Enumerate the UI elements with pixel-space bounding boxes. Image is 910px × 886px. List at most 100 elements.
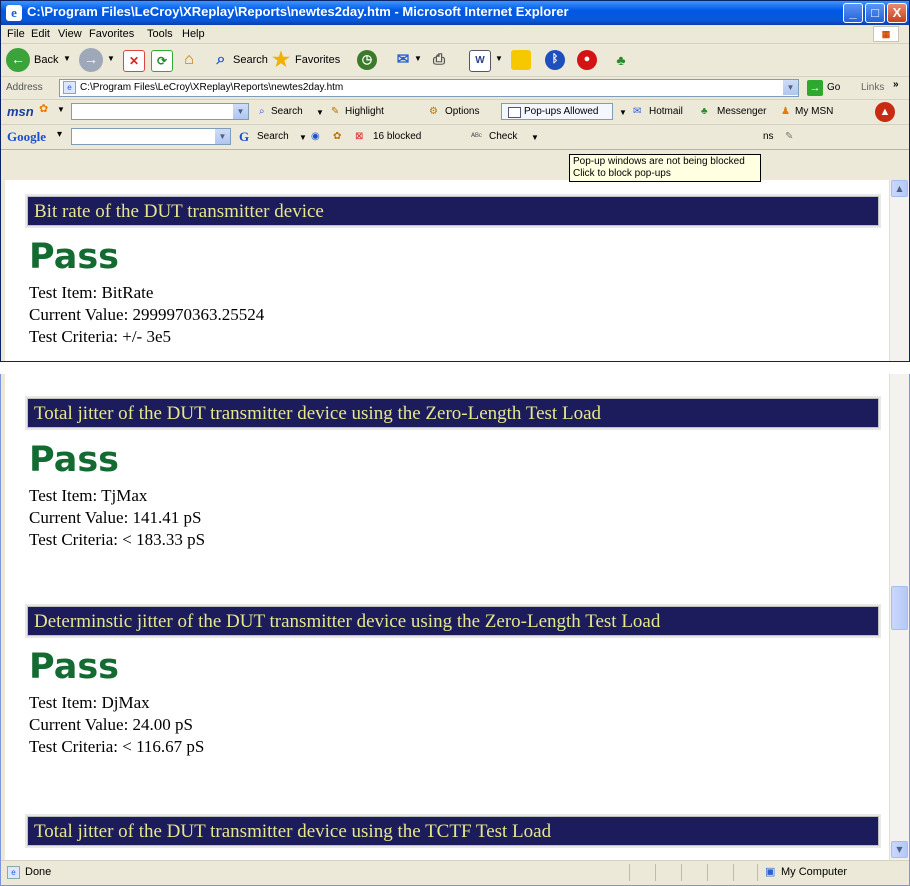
msn-search-dropdown-icon[interactable]: ▼: [233, 104, 248, 119]
msn-butterfly-icon: ✿: [39, 103, 49, 115]
google-search-button[interactable]: Search: [257, 131, 289, 142]
ie-icon: e: [6, 5, 22, 21]
mymsn-button[interactable]: My MSN: [795, 106, 833, 117]
forward-arrow-icon[interactable]: →: [79, 48, 103, 72]
current-value-dj-zero: Current Value: 24.00 pS: [29, 715, 194, 734]
msn-people-icon[interactable]: ♣: [611, 50, 631, 70]
google-search-dropdown-icon[interactable]: ▼: [215, 129, 230, 144]
go-button-label[interactable]: Go: [827, 82, 840, 93]
acrobat-icon[interactable]: ▲: [875, 102, 895, 122]
refresh-icon[interactable]: ⟳: [151, 50, 173, 72]
mymsn-icon: ♟: [781, 106, 790, 117]
result-pass-tj-zero: Pass: [29, 440, 119, 480]
standard-toolbar: ← Back ▼ → ▼ ✕ ⟳ ⌂ ⌕ Search ★ Favorites …: [1, 44, 909, 77]
check-dropdown-icon[interactable]: ▼: [531, 133, 539, 142]
page-done-icon: e: [7, 866, 20, 879]
google-g-icon: G: [239, 129, 250, 144]
maximize-button[interactable]: □: [865, 3, 885, 23]
messenger-button[interactable]: Messenger: [717, 106, 766, 117]
menu-file[interactable]: File: [7, 28, 25, 40]
google-search-input[interactable]: ▼: [71, 128, 231, 145]
links-label[interactable]: Links: [861, 82, 884, 93]
vertical-scrollbar-bottom[interactable]: ▼: [889, 374, 909, 860]
page-content-bottom: Total jitter of the DUT transmitter devi…: [5, 374, 889, 860]
popups-dropdown-icon[interactable]: ▼: [619, 108, 627, 117]
history-icon[interactable]: ◷: [357, 50, 377, 70]
edit-dropdown-icon[interactable]: ▼: [495, 54, 503, 63]
msn-search-button[interactable]: Search: [271, 106, 303, 117]
pagerank-icon[interactable]: ✿: [333, 131, 341, 142]
popup-window-icon: [508, 107, 521, 118]
section-header-tj-tctf: Total jitter of the DUT transmitter devi…: [27, 816, 879, 846]
scroll-up-icon[interactable]: ▲: [891, 180, 908, 197]
options-button[interactable]: Options: [445, 106, 479, 117]
browser-window-top: e C:\Program Files\LeCroy\XReplay\Report…: [0, 0, 910, 362]
section-header-tj-zero: Total jitter of the DUT transmitter devi…: [27, 398, 879, 428]
menu-help[interactable]: Help: [182, 28, 205, 40]
msn-search-input[interactable]: ▼: [71, 103, 249, 120]
google-toolbar: Google ▾ ▼ G Search ▼ ◉ ✿ ⊠ 16 blocked ᴬ…: [1, 125, 909, 150]
title-bar[interactable]: e C:\Program Files\LeCroy\XReplay\Report…: [1, 1, 909, 25]
msn-search-icon: ⌕: [259, 106, 265, 117]
back-arrow-icon[interactable]: ←: [6, 48, 30, 72]
tooltip-line-1: Pop-up windows are not being blocked: [573, 156, 745, 167]
mail-dropdown-icon[interactable]: ▼: [414, 54, 422, 63]
popups-allowed-button[interactable]: Pop-ups Allowed: [501, 103, 613, 120]
bluetooth-icon[interactable]: ᛒ: [545, 50, 565, 70]
back-dropdown-icon[interactable]: ▼: [63, 54, 71, 63]
forward-dropdown-icon[interactable]: ▼: [107, 54, 115, 63]
section-header-dj-zero: Determinstic jitter of the DUT transmitt…: [27, 606, 879, 636]
test-item-bitrate: Test Item: BitRate: [29, 283, 154, 302]
pencil-icon[interactable]: ✎: [785, 131, 793, 142]
scroll-thumb[interactable]: [891, 586, 908, 630]
menu-edit[interactable]: Edit: [31, 28, 50, 40]
test-item-tj-zero: Test Item: TjMax: [29, 486, 148, 505]
favorites-button-label[interactable]: Favorites: [295, 54, 340, 66]
back-button-label[interactable]: Back: [34, 54, 58, 66]
highlight-icon: ✎: [331, 106, 340, 117]
google-search-dropdown[interactable]: ▼: [299, 133, 307, 142]
vertical-scrollbar-top[interactable]: ▲: [889, 180, 909, 361]
menu-tools[interactable]: Tools: [147, 28, 173, 40]
section-header-bitrate: Bit rate of the DUT transmitter device: [27, 196, 879, 226]
menu-view[interactable]: View: [58, 28, 82, 40]
close-button[interactable]: X: [887, 3, 907, 23]
highlight-button[interactable]: Highlight: [345, 106, 384, 117]
go-arrow-icon[interactable]: →: [807, 80, 823, 96]
status-separator: [681, 864, 682, 881]
home-icon[interactable]: ⌂: [179, 50, 199, 70]
test-item-dj-zero: Test Item: DjMax: [29, 693, 150, 712]
links-chevron-icon[interactable]: »: [893, 79, 899, 90]
hotmail-button[interactable]: Hotmail: [649, 106, 683, 117]
blocked-count-button[interactable]: 16 blocked: [373, 131, 421, 142]
mail-icon[interactable]: ✉: [393, 50, 413, 70]
scroll-down-icon[interactable]: ▼: [891, 841, 908, 858]
minimize-button[interactable]: _: [843, 3, 863, 23]
search-icon[interactable]: ⌕: [211, 50, 231, 70]
address-label: Address: [6, 82, 43, 93]
check-button[interactable]: Check: [489, 131, 517, 142]
menu-favorites[interactable]: Favorites: [89, 28, 134, 40]
folder-icon[interactable]: [511, 50, 531, 70]
search-button-label[interactable]: Search: [233, 54, 268, 66]
google-site-search-icon[interactable]: ◉: [311, 131, 320, 142]
address-input[interactable]: e C:\Program Files\LeCroy\XReplay\Report…: [59, 79, 799, 97]
test-criteria-bitrate: Test Criteria: +/- 3e5: [29, 327, 171, 346]
test-criteria-tj-zero: Test Criteria: < 183.33 pS: [29, 530, 206, 549]
print-icon[interactable]: ⎙: [429, 50, 449, 70]
address-bar: Address e C:\Program Files\LeCroy\XRepla…: [1, 77, 909, 100]
current-value-bitrate: Current Value: 2999970363.25524: [29, 305, 265, 324]
address-dropdown-icon[interactable]: ▼: [783, 80, 798, 95]
google-menu-dropdown-icon[interactable]: ▾: [57, 129, 62, 140]
favorites-star-icon[interactable]: ★: [271, 50, 291, 70]
msn-logo[interactable]: msn: [7, 104, 34, 119]
stop-icon[interactable]: ✕: [123, 50, 145, 72]
msn-search-dropdown[interactable]: ▼: [316, 108, 324, 117]
messenger-red-icon[interactable]: ●: [577, 50, 597, 70]
google-logo[interactable]: Google: [7, 129, 46, 145]
status-separator: [655, 864, 656, 881]
status-separator: [629, 864, 630, 881]
msn-menu-dropdown-icon[interactable]: ▼: [57, 105, 65, 114]
hotmail-icon: ✉: [633, 106, 642, 117]
word-icon[interactable]: W: [469, 50, 491, 72]
